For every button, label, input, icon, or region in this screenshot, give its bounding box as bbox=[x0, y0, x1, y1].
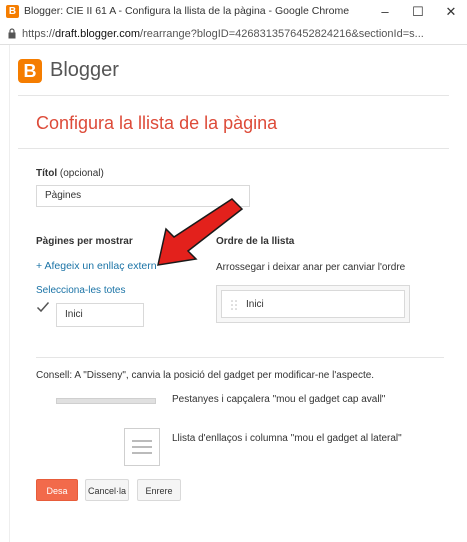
url-text[interactable]: https://draft.blogger.com/rearrange?blog… bbox=[22, 28, 462, 40]
page-left-border bbox=[9, 45, 10, 542]
url-path: /rearrange?blogID=4268313576452824216&se… bbox=[140, 28, 424, 40]
drag-handle-icon[interactable] bbox=[230, 299, 238, 311]
back-button[interactable]: Enrere bbox=[137, 479, 181, 501]
minimize-button[interactable]: – bbox=[371, 2, 399, 22]
close-button[interactable]: ✕ bbox=[437, 2, 465, 22]
list-layout-icon bbox=[124, 428, 160, 466]
annotation-arrow-icon bbox=[157, 198, 244, 266]
title-label: Títol bbox=[36, 168, 58, 179]
page-item-inici[interactable]: Inici bbox=[56, 303, 144, 327]
title-hint: (opcional) bbox=[59, 168, 104, 179]
order-item-label: Inici bbox=[246, 299, 264, 310]
lock-icon bbox=[8, 28, 16, 39]
tabs-layout-label: Pestanyes i capçalera "mou el gadget cap… bbox=[172, 394, 386, 405]
save-button[interactable]: Desa bbox=[36, 479, 78, 501]
title-field-label: Títol (opcional) bbox=[36, 168, 104, 179]
checkbox-inici[interactable] bbox=[36, 301, 50, 313]
cancel-button[interactable]: Cancel·la bbox=[85, 479, 129, 501]
url-domain: draft.blogger.com bbox=[55, 28, 141, 40]
maximize-button[interactable]: ☐ bbox=[404, 2, 432, 22]
page-title: Configura la llista de la pàgina bbox=[36, 113, 278, 133]
blogger-logo-icon: B bbox=[18, 59, 42, 83]
url-scheme: https:// bbox=[22, 28, 56, 40]
address-bar[interactable]: https://draft.blogger.com/rearrange?blog… bbox=[0, 24, 467, 45]
pages-heading: Pàgines per mostrar bbox=[36, 236, 133, 247]
tip-text: Consell: A "Disseny", canvia la posició … bbox=[36, 370, 375, 381]
title-divider bbox=[18, 148, 449, 149]
header-divider bbox=[18, 95, 449, 96]
window-titlebar: B Blogger: CIE II 61 A - Configura la ll… bbox=[0, 0, 467, 25]
tip-divider bbox=[36, 357, 444, 358]
blogger-header: B Blogger bbox=[18, 53, 458, 91]
blogger-favicon-icon: B bbox=[6, 5, 19, 18]
brand-name: Blogger bbox=[50, 59, 119, 81]
order-list: Inici bbox=[216, 285, 410, 323]
order-item-inici[interactable]: Inici bbox=[221, 290, 405, 318]
list-layout-label: Llista d'enllaços i columna "mou el gadg… bbox=[172, 433, 402, 444]
select-all-link[interactable]: Selecciona-les totes bbox=[36, 285, 126, 296]
tabs-layout-icon bbox=[56, 398, 156, 404]
page-content: B Blogger Configura la llista de la pàgi… bbox=[0, 45, 467, 542]
add-external-link[interactable]: + Afegeix un enllaç extern bbox=[36, 260, 157, 272]
window-title: Blogger: CIE II 61 A - Configura la llis… bbox=[24, 5, 350, 17]
